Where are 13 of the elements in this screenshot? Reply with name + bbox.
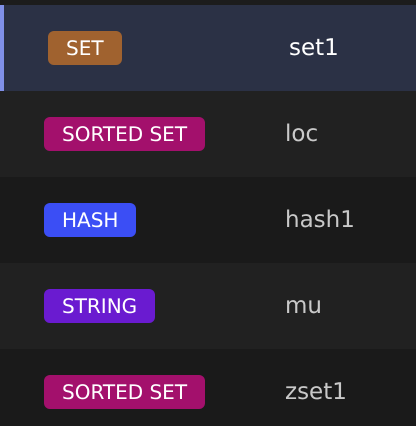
key-row[interactable]: SORTED SET loc — [0, 91, 416, 177]
key-name: set1 — [289, 34, 339, 63]
key-name: hash1 — [285, 206, 355, 235]
type-tag: HASH — [44, 203, 136, 237]
type-tag: STRING — [44, 289, 156, 323]
type-tag: SET — [48, 31, 122, 65]
key-name: mu — [285, 292, 322, 321]
type-tag: SORTED SET — [44, 375, 206, 409]
key-name: loc — [285, 120, 318, 149]
type-tag: SORTED SET — [44, 117, 206, 151]
key-row[interactable]: SET set1 — [0, 5, 416, 91]
key-row[interactable]: STRING mu — [0, 263, 416, 349]
key-name: zset1 — [285, 378, 347, 407]
